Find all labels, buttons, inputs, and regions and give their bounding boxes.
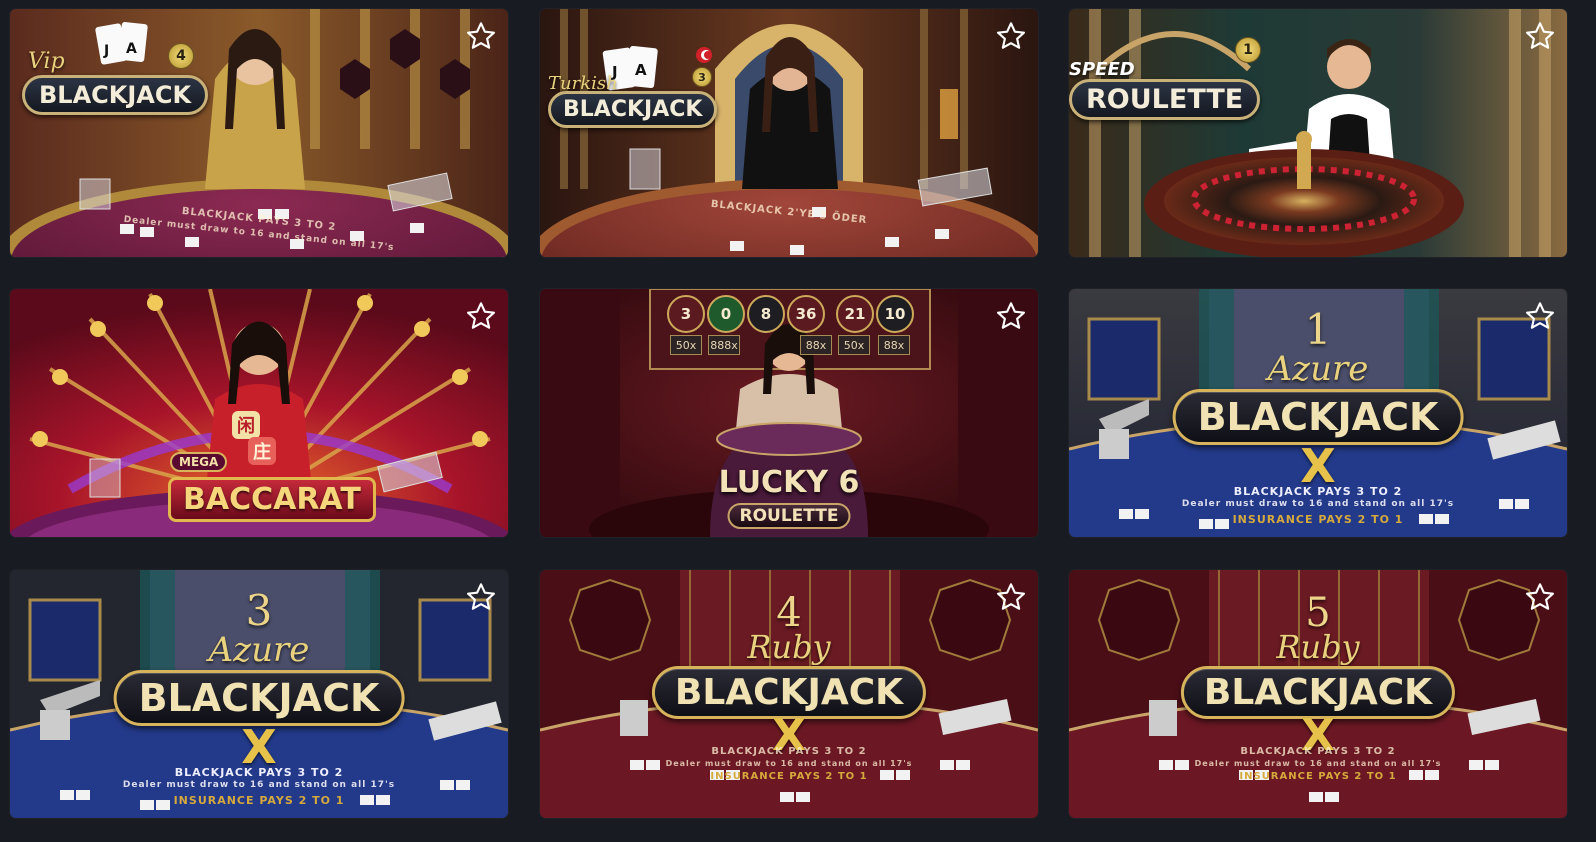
game-tile-ruby-blackjack-4[interactable]: 4 Ruby BLACKJACK X BLACKJACK PAYS 3 TO 2… — [540, 570, 1038, 818]
felt-dealer-rule: Dealer must draw to 16 and stand on all … — [665, 759, 913, 768]
favorite-star-icon[interactable] — [1523, 299, 1557, 333]
logo-title: BACCARAT — [168, 477, 376, 522]
result-number: 36 — [787, 295, 825, 333]
logo-title: BLACKJACK — [113, 670, 405, 726]
result-number: 21 — [836, 295, 874, 333]
favorite-star-icon[interactable] — [464, 299, 498, 333]
logo-prefix: MEGA — [170, 452, 228, 472]
turkish-blackjack-scene: J A — [540, 9, 1038, 257]
logo-title: BLACKJACK — [548, 91, 718, 128]
svg-text:A: A — [635, 61, 647, 79]
felt-dealer-rule: Dealer must draw to 16 and stand on all … — [1194, 759, 1442, 768]
result-multiplier: 50x — [838, 335, 870, 355]
table-number: 3 — [245, 586, 273, 635]
game-tile-ruby-blackjack-5[interactable]: 5 Ruby BLACKJACK X BLACKJACK PAYS 3 TO 2… — [1069, 570, 1567, 818]
table-number-badge: 4 — [168, 43, 194, 69]
result-multiplier: 50x — [670, 335, 702, 355]
table-number-badge: 1 — [1235, 37, 1261, 63]
logo-prefix: Ruby — [1276, 628, 1360, 666]
felt-pays-text: BLACKJACK PAYS 3 TO 2 — [711, 746, 867, 757]
game-tile-azure-blackjack-3[interactable]: 3 Azure BLACKJACK X BLACKJACK PAYS 3 TO … — [10, 570, 508, 818]
svg-text:J: J — [103, 43, 109, 59]
felt-insurance: INSURANCE PAYS 2 TO 1 — [710, 771, 868, 782]
game-grid: J A BLACKJACK PAYS 3 TO 2 Dealer must dr… — [0, 0, 1596, 842]
svg-text:A: A — [126, 41, 137, 57]
player-char-tile: 闲 — [232, 411, 260, 439]
logo-title: ROULETTE — [727, 503, 851, 529]
result-number: 0 — [707, 295, 745, 333]
game-tile-lucky6-roulette[interactable]: 3 0 8 36 21 10 50x 888x 88x 50x 88x LUCK… — [540, 289, 1038, 537]
result-number: 8 — [747, 295, 785, 333]
logo-prefix: SPEED — [1069, 59, 1135, 80]
felt-dealer-rule: Dealer must draw to 16 and stand on all … — [122, 780, 396, 790]
table-number: 1 — [1304, 305, 1332, 354]
result-number: 10 — [876, 295, 914, 333]
favorite-star-icon[interactable] — [994, 580, 1028, 614]
felt-pays-text: BLACKJACK PAYS 3 TO 2 — [1233, 485, 1403, 498]
favorite-star-icon[interactable] — [994, 19, 1028, 53]
result-multiplier: 88x — [878, 335, 910, 355]
result-multiplier: 888x — [708, 335, 740, 355]
logo-prefix: Vip — [28, 49, 65, 74]
felt-insurance: INSURANCE PAYS 2 TO 1 — [1239, 771, 1397, 782]
favorite-star-icon[interactable] — [1523, 580, 1557, 614]
favorite-star-icon[interactable] — [464, 580, 498, 614]
favorite-star-icon[interactable] — [1523, 19, 1557, 53]
favorite-star-icon[interactable] — [994, 299, 1028, 333]
result-number: 3 — [667, 295, 705, 333]
felt-insurance: INSURANCE PAYS 2 TO 1 — [173, 794, 345, 807]
result-multiplier: 88x — [800, 335, 832, 355]
table-number-badge: 3 — [692, 67, 712, 87]
logo-prefix: LUCKY 6 — [718, 465, 860, 500]
game-tile-azure-blackjack-1[interactable]: 1 Azure BLACKJACK X BLACKJACK PAYS 3 TO … — [1069, 289, 1567, 537]
logo-prefix: Ruby — [747, 628, 831, 666]
game-tile-vip-blackjack[interactable]: J A BLACKJACK PAYS 3 TO 2 Dealer must dr… — [10, 9, 508, 257]
game-tile-speed-roulette[interactable]: SPEED ROULETTE 1 — [1069, 9, 1567, 257]
logo-title: BLACKJACK — [1172, 389, 1464, 445]
logo-prefix: Azure — [1267, 349, 1369, 389]
favorite-star-icon[interactable] — [464, 19, 498, 53]
logo-title: ROULETTE — [1069, 79, 1261, 120]
game-tile-mega-baccarat[interactable]: 闲 庄 MEGA BACCARAT — [10, 289, 508, 537]
logo-prefix: Azure — [208, 630, 310, 670]
felt-dealer-rule: Dealer must draw to 16 and stand on all … — [1181, 499, 1455, 509]
logo-title: BLACKJACK — [22, 75, 209, 115]
game-tile-turkish-blackjack[interactable]: J A BLACKJACK 2'YE 3 ÖDER Turkish BLACKJ… — [540, 9, 1038, 257]
felt-insurance: INSURANCE PAYS 2 TO 1 — [1232, 513, 1404, 526]
felt-pays-text: BLACKJACK PAYS 3 TO 2 — [174, 766, 344, 779]
banker-char-tile: 庄 — [248, 437, 276, 465]
speed-roulette-scene — [1069, 9, 1567, 257]
felt-pays-text: BLACKJACK PAYS 3 TO 2 — [1240, 746, 1396, 757]
